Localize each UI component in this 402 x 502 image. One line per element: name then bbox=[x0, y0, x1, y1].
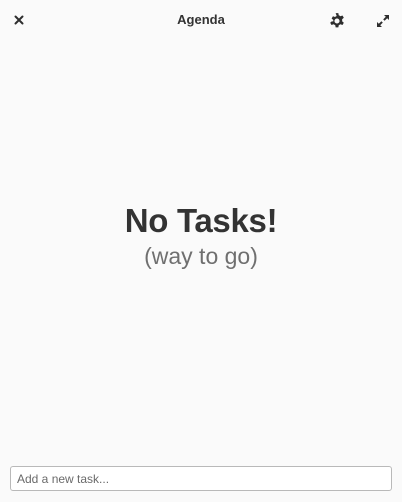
new-task-input[interactable] bbox=[10, 466, 392, 491]
empty-state-title: No Tasks! bbox=[124, 202, 278, 239]
agenda-window: Agenda No Tasks! (way to go) bbox=[0, 0, 402, 502]
empty-state: No Tasks! (way to go) bbox=[0, 200, 402, 271]
settings-button[interactable] bbox=[326, 10, 348, 32]
gear-icon bbox=[330, 13, 344, 28]
maximize-icon bbox=[377, 15, 389, 27]
maximize-button[interactable] bbox=[373, 11, 393, 31]
titlebar: Agenda bbox=[0, 0, 402, 40]
empty-state-subtitle: (way to go) bbox=[144, 243, 258, 269]
